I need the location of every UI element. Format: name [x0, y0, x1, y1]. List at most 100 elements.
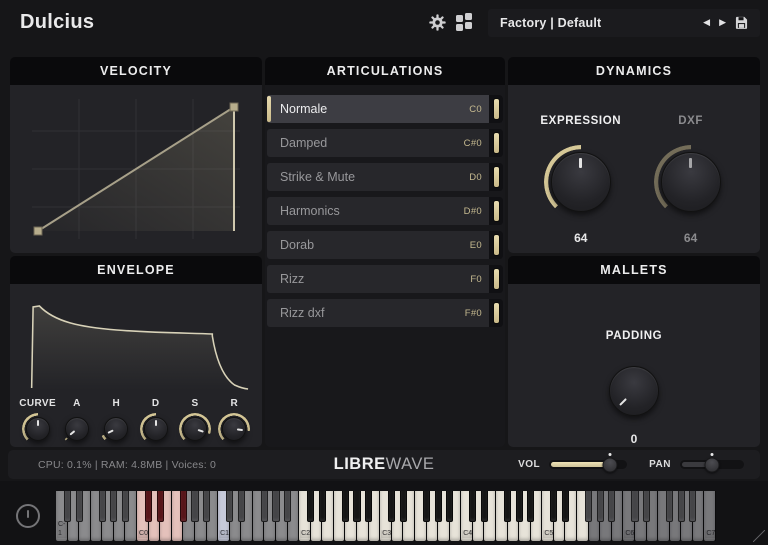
black-key[interactable]: [504, 491, 511, 522]
black-key[interactable]: [435, 491, 442, 522]
hold-knob[interactable]: [100, 413, 132, 445]
pan-track[interactable]: [680, 460, 744, 469]
padding-knob[interactable]: [603, 360, 665, 422]
articulation-name: Rizz: [280, 272, 470, 286]
prev-preset-button[interactable]: ◀: [703, 18, 710, 27]
black-key[interactable]: [689, 491, 696, 522]
black-key[interactable]: [446, 491, 453, 522]
black-key[interactable]: [99, 491, 106, 522]
black-key[interactable]: [527, 491, 534, 522]
power-button[interactable]: [16, 504, 40, 528]
black-key[interactable]: [238, 491, 245, 522]
attack-knob[interactable]: [61, 413, 93, 445]
articulation-row-strike-mute[interactable]: Strike & Mute D0: [267, 163, 503, 191]
black-key[interactable]: [122, 491, 129, 522]
key-label: C5: [543, 530, 554, 538]
black-key[interactable]: [666, 491, 673, 522]
articulation-toggle[interactable]: [493, 200, 500, 222]
volume-label: VOL: [518, 459, 540, 470]
next-preset-button[interactable]: ▶: [719, 18, 726, 27]
black-key[interactable]: [342, 491, 349, 522]
mallets-panel-title: MALLETS: [508, 256, 760, 284]
release-knob-label: R: [230, 398, 238, 409]
black-key[interactable]: [272, 491, 279, 522]
black-key[interactable]: [631, 491, 638, 522]
articulation-row-dorab[interactable]: Dorab E0: [267, 231, 503, 259]
dxf-knob-group: DXF 64: [654, 115, 728, 253]
black-key[interactable]: [145, 491, 152, 522]
black-key[interactable]: [643, 491, 650, 522]
black-key[interactable]: [76, 491, 83, 522]
velocity-curve[interactable]: [22, 93, 250, 245]
envelope-curve: [22, 290, 250, 390]
black-key[interactable]: [307, 491, 314, 522]
articulation-row-rizz[interactable]: Rizz F0: [267, 265, 503, 293]
preset-selector[interactable]: Factory | Default ◀ ▶: [488, 9, 760, 37]
articulation-row-rizz-dxf[interactable]: Rizz dxf F#0: [267, 299, 503, 327]
articulation-toggle[interactable]: [493, 302, 500, 324]
black-key[interactable]: [678, 491, 685, 522]
dxf-knob[interactable]: [654, 145, 728, 219]
black-key[interactable]: [226, 491, 233, 522]
decay-knob[interactable]: [140, 413, 172, 445]
velocity-handle-high[interactable]: [230, 103, 238, 111]
black-key[interactable]: [110, 491, 117, 522]
release-knob-group: R 5000 ms: [215, 398, 254, 447]
articulation-toggle[interactable]: [493, 234, 500, 256]
black-key[interactable]: [585, 491, 592, 522]
articulation-row-normale[interactable]: Normale C0: [267, 95, 503, 123]
key-label: C2: [300, 530, 311, 538]
black-key[interactable]: [388, 491, 395, 522]
curve-knob-group: CURVE 50%: [18, 398, 57, 447]
black-key[interactable]: [319, 491, 326, 522]
settings-button[interactable]: [429, 14, 446, 31]
black-key[interactable]: [203, 491, 210, 522]
black-key[interactable]: [423, 491, 430, 522]
top-bar: Dulcius: [0, 0, 768, 45]
black-key[interactable]: [562, 491, 569, 522]
piano-keyboard[interactable]: C-1C0C1C2C3C4C5C6C7: [56, 491, 716, 541]
velocity-handle-low[interactable]: [34, 227, 42, 235]
velocity-panel: VELOCITY: [10, 57, 262, 253]
release-knob[interactable]: [218, 413, 250, 445]
black-key[interactable]: [597, 491, 604, 522]
black-key[interactable]: [261, 491, 268, 522]
volume-thumb[interactable]: [602, 457, 617, 472]
sustain-knob[interactable]: [179, 413, 211, 445]
preset-browser-button[interactable]: [456, 15, 472, 31]
black-key[interactable]: [608, 491, 615, 522]
expression-knob[interactable]: [544, 145, 618, 219]
articulation-toggle[interactable]: [493, 132, 500, 154]
articulation-row-damped[interactable]: Damped C#0: [267, 129, 503, 157]
black-key[interactable]: [64, 491, 71, 522]
keyboard-zone: C-1C0C1C2C3C4C5C6C7: [0, 481, 768, 545]
pan-thumb[interactable]: [705, 457, 720, 472]
save-preset-icon[interactable]: [735, 16, 748, 29]
pan-slider[interactable]: PAN: [649, 459, 744, 470]
articulation-name: Damped: [280, 136, 464, 150]
black-key[interactable]: [191, 491, 198, 522]
black-key[interactable]: [550, 491, 557, 522]
volume-track[interactable]: [549, 460, 627, 469]
resize-handle[interactable]: [753, 530, 765, 542]
white-key[interactable]: C7: [704, 491, 715, 541]
black-key[interactable]: [157, 491, 164, 522]
black-key[interactable]: [180, 491, 187, 522]
articulation-toggle[interactable]: [493, 98, 500, 120]
black-key[interactable]: [516, 491, 523, 522]
black-key[interactable]: [353, 491, 360, 522]
black-key[interactable]: [365, 491, 372, 522]
articulation-keyswitch-note: E0: [470, 240, 482, 251]
envelope-panel: ENVELOPE: [10, 256, 262, 447]
curve-knob[interactable]: [22, 413, 54, 445]
pan-default-marker: [711, 453, 714, 456]
articulation-toggle[interactable]: [493, 268, 500, 290]
black-key[interactable]: [400, 491, 407, 522]
articulation-row-harmonics[interactable]: Harmonics D#0: [267, 197, 503, 225]
volume-slider[interactable]: VOL: [518, 459, 627, 470]
black-key[interactable]: [469, 491, 476, 522]
dynamics-panel: DYNAMICS EXPRESSION 64 DXF: [508, 57, 760, 253]
black-key[interactable]: [481, 491, 488, 522]
black-key[interactable]: [284, 491, 291, 522]
articulation-toggle[interactable]: [493, 166, 500, 188]
